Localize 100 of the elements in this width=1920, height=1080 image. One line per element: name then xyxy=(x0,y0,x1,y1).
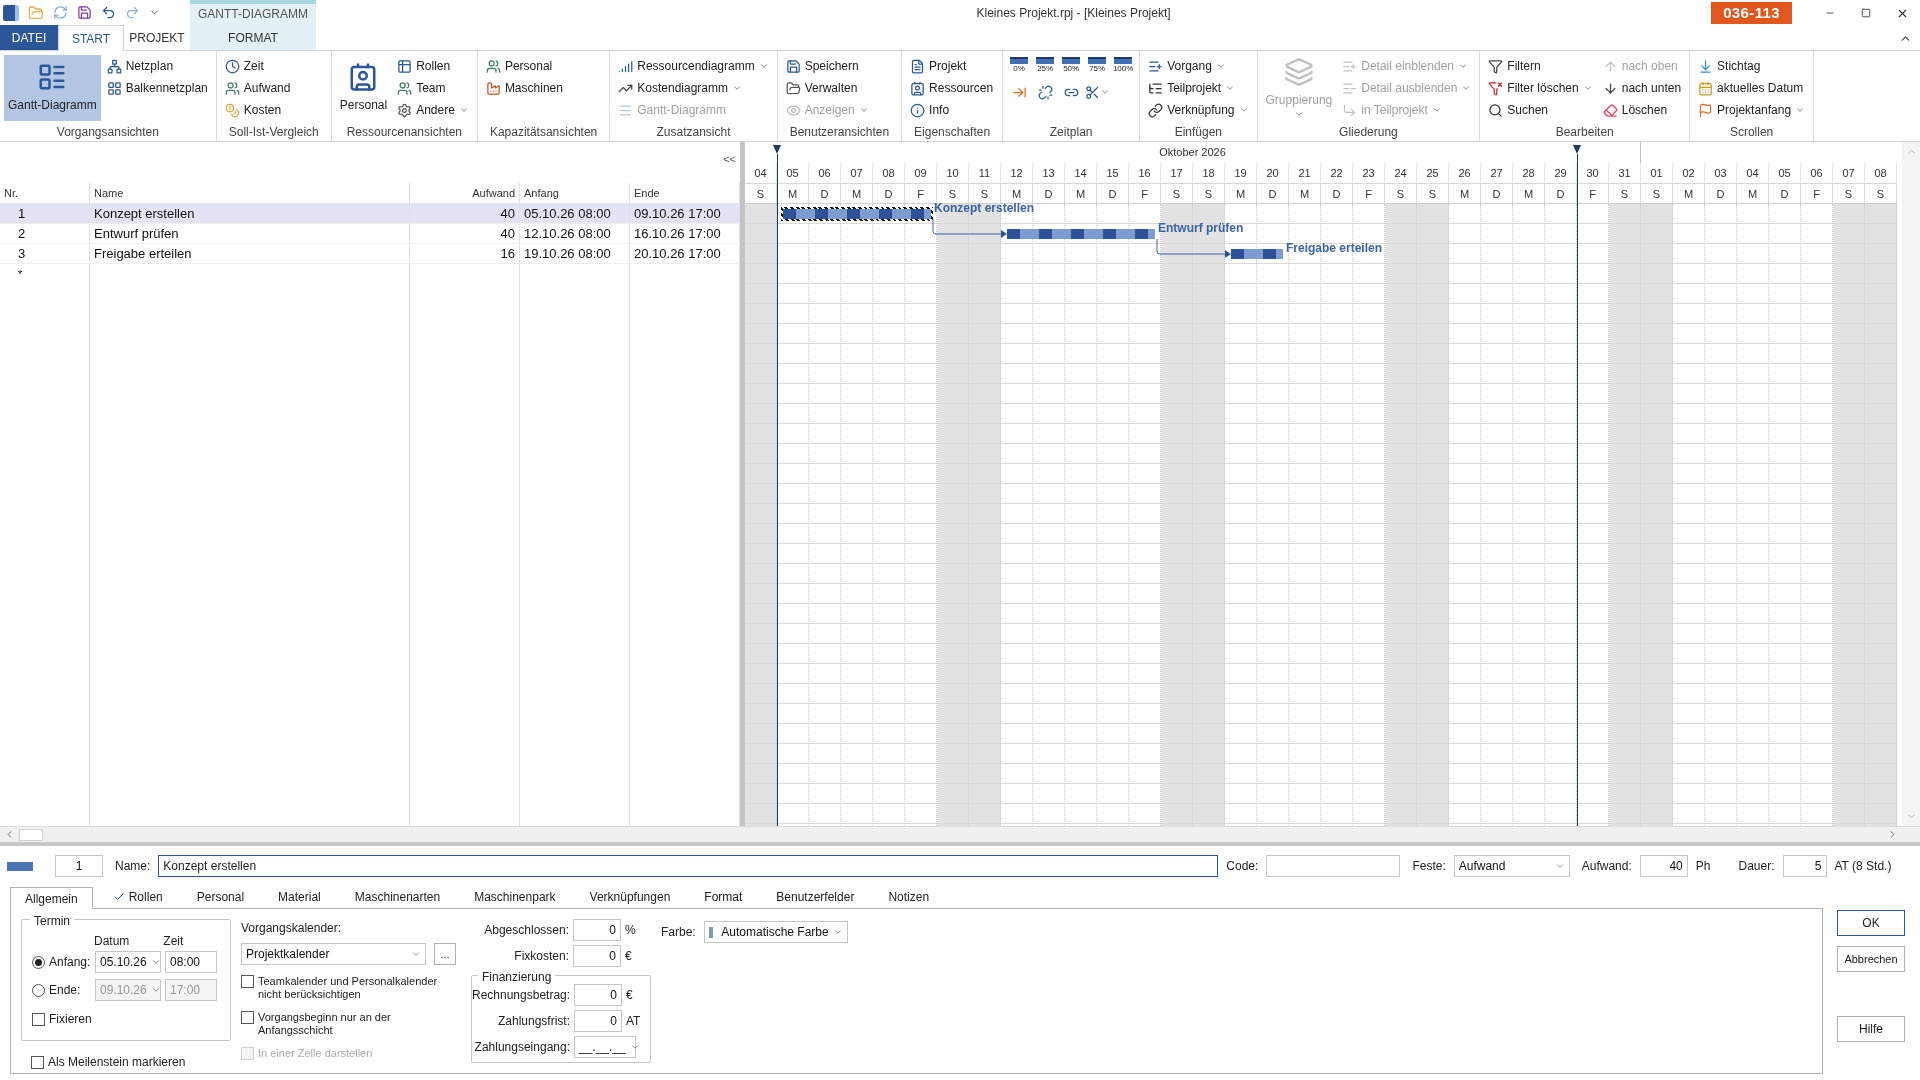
redo-icon[interactable] xyxy=(125,5,140,20)
form-tab[interactable]: Benutzerfelder xyxy=(762,886,869,908)
column-header[interactable]: Name xyxy=(90,183,410,203)
ribbon-button[interactable]: Aufwand xyxy=(220,77,295,99)
ribbon-button[interactable]: Rollen xyxy=(393,55,473,77)
table-cell: 2 xyxy=(0,224,90,243)
ribbon-button[interactable]: Vorgang xyxy=(1144,55,1253,77)
dropdown[interactable]: Aufwand xyxy=(1453,855,1570,877)
scroll-thumb[interactable] xyxy=(19,828,43,841)
form-tab[interactable]: Verknüpfungen xyxy=(575,886,685,908)
ribbon-button[interactable]: 0% xyxy=(1007,55,1032,79)
save-icon[interactable] xyxy=(77,5,92,20)
dropdown[interactable]: Projektkalender xyxy=(241,943,426,965)
undo-icon[interactable] xyxy=(101,5,116,20)
column-label: Zeit xyxy=(163,933,184,948)
form-tab[interactable]: Format xyxy=(690,886,757,908)
ribbon-button[interactable]: Ressourcendiagramm xyxy=(614,55,773,77)
ribbon-button[interactable]: Speichern xyxy=(781,55,873,77)
text-field[interactable]: 5 xyxy=(1782,855,1827,877)
text-field[interactable]: 0 xyxy=(574,1010,622,1032)
column-header[interactable]: Anfang xyxy=(520,183,630,203)
checkbox[interactable] xyxy=(31,1055,44,1069)
text-field[interactable]: 40 xyxy=(1639,855,1688,877)
ribbon-button[interactable]: Zeit xyxy=(220,55,295,77)
ribbon-button[interactable]: 75% xyxy=(1085,55,1110,79)
day-number: 08 xyxy=(1865,163,1897,183)
ribbon-button[interactable]: Ressourcen xyxy=(906,77,998,99)
form-tab[interactable]: Maschinenpark xyxy=(460,886,570,908)
ribbon-tab[interactable]: FORMAT xyxy=(190,25,316,50)
day-number: 13 xyxy=(1033,163,1065,183)
ribbon-button[interactable]: Löschen xyxy=(1598,99,1686,121)
ribbon-button[interactable]: Teilprojekt xyxy=(1144,77,1253,99)
text-field[interactable]: 1 xyxy=(55,855,103,877)
column-header[interactable]: Nr. xyxy=(0,183,90,203)
text-field[interactable] xyxy=(1266,855,1401,877)
ribbon-tab[interactable]: PROJEKT xyxy=(124,25,190,50)
checkbox[interactable] xyxy=(241,1011,254,1024)
table-cell: 3 xyxy=(0,244,90,263)
ribbon-button[interactable]: Filter löschen xyxy=(1484,77,1597,99)
refresh-icon[interactable] xyxy=(53,5,68,20)
radio-button[interactable] xyxy=(32,955,45,969)
cancel-button[interactable]: Abbrechen xyxy=(1837,946,1905,972)
ribbon-button[interactable]: 25% xyxy=(1033,55,1058,79)
table-row[interactable]: 2 Entwurf prüfen 40 12.10.26 08:00 16.10.26 17:00 xyxy=(0,224,740,244)
column-header[interactable]: Aufwand xyxy=(410,183,520,203)
checkbox[interactable] xyxy=(32,1012,45,1026)
ribbon-button[interactable]: Netzplan xyxy=(102,55,212,77)
ribbon-button[interactable]: Kostendiagramm xyxy=(614,77,773,99)
text-field[interactable]: 0 xyxy=(574,984,622,1006)
ribbon-button[interactable]: 100% xyxy=(1111,55,1136,79)
form-tab[interactable]: Notizen xyxy=(874,886,944,908)
form-tab[interactable]: Rollen xyxy=(98,886,177,908)
collapse-button[interactable]: << xyxy=(723,154,736,165)
ribbon-button[interactable]: aktuelles Datum xyxy=(1694,77,1810,99)
contact-card-icon xyxy=(348,62,379,92)
table-row[interactable]: 1 Konzept erstellen 40 05.10.26 08:00 09.10.26 17:00 xyxy=(0,204,740,224)
form-tab[interactable]: Material xyxy=(264,886,335,908)
ribbon-button[interactable]: Gantt-Diagramm xyxy=(4,55,101,121)
ribbon-button[interactable]: Verwalten xyxy=(781,77,873,99)
vertical-scrollbar[interactable] xyxy=(1902,142,1920,826)
ribbon-button[interactable]: nach unten xyxy=(1598,77,1686,99)
text-field[interactable]: Konzept erstellen xyxy=(158,855,1219,877)
dropdown[interactable]: __.__.__ xyxy=(574,1036,636,1058)
ribbon-button[interactable]: Verknüpfung xyxy=(1144,99,1253,121)
ribbon-button[interactable]: Stichtag xyxy=(1694,55,1810,77)
folder-icon[interactable] xyxy=(28,4,44,21)
ribbon-button[interactable]: Kosten xyxy=(220,99,295,121)
horizontal-scrollbar[interactable] xyxy=(0,826,1920,842)
text-field[interactable]: 0 xyxy=(573,919,621,941)
ok-button[interactable]: OK xyxy=(1837,910,1905,936)
browse-button[interactable]: ... xyxy=(434,943,456,965)
dropdown[interactable]: 05.10.26 xyxy=(95,951,161,973)
ribbon-button[interactable]: Filtern xyxy=(1484,55,1597,77)
help-button[interactable]: Hilfe xyxy=(1837,1016,1905,1042)
ribbon-button[interactable]: Projektanfang xyxy=(1694,99,1810,121)
ribbon-button[interactable]: Info xyxy=(906,99,998,121)
triangle-icon xyxy=(1573,145,1581,154)
checkbox-label: In einer Zelle darstellen xyxy=(258,1047,373,1060)
day-number: 18 xyxy=(1193,163,1225,183)
ribbon-button[interactable]: Suchen xyxy=(1484,99,1597,121)
ribbon-button[interactable]: Personal xyxy=(335,55,392,121)
table-row[interactable]: 3 Freigabe erteilen 16 19.10.26 08:00 20.10.26 17:00 xyxy=(0,244,740,264)
checkbox[interactable] xyxy=(241,975,254,988)
text-field[interactable]: 0 xyxy=(573,945,621,967)
ribbon-button[interactable]: Personal xyxy=(481,55,567,77)
ribbon-button[interactable]: Andere xyxy=(393,99,473,121)
ribbon-button[interactable]: Projekt xyxy=(906,55,998,77)
ribbon-button[interactable]: Balkennetzplan xyxy=(102,77,212,99)
form-tab[interactable]: Maschinenarten xyxy=(340,886,455,908)
ribbon-button[interactable]: Maschinen xyxy=(481,77,567,99)
ribbon-tab[interactable]: START xyxy=(58,25,124,51)
form-tab[interactable]: Allgemein xyxy=(10,887,93,909)
ribbon-button[interactable]: Team xyxy=(393,77,473,99)
task-bar[interactable] xyxy=(781,207,933,221)
file-tab[interactable]: DATEI xyxy=(0,25,58,50)
dropdown[interactable]: Automatische Farbe xyxy=(703,921,848,943)
text-field[interactable]: 08:00 xyxy=(165,951,217,973)
form-tab[interactable]: Personal xyxy=(182,886,259,908)
day-number: 27 xyxy=(1481,163,1513,183)
ribbon-button[interactable]: 50% xyxy=(1059,55,1084,79)
